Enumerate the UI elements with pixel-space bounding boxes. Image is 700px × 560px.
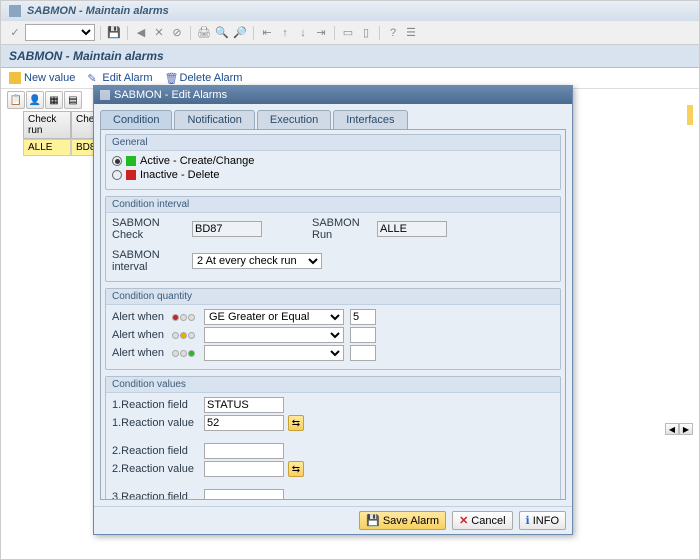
grid-header-checkrun[interactable]: Check run: [23, 111, 71, 139]
main-toolbar: ✓ 💾 ◀ ✕ ⊘ 🖨 🔍 🔎 ⇤ ↑ ↓ ⇥ ▭ ▯ ? ☰: [1, 21, 699, 45]
new-value-label: New value: [24, 72, 75, 84]
active-indicator-icon: [126, 156, 136, 166]
window-icon: [9, 5, 21, 17]
grid-tool-3[interactable]: ▦: [45, 91, 63, 109]
alert-op-select-1[interactable]: GE Greater or Equal: [204, 309, 344, 325]
active-label: Active - Create/Change: [140, 155, 254, 167]
tab-execution[interactable]: Execution: [257, 110, 331, 129]
scroll-left-button[interactable]: ◀: [665, 423, 679, 435]
first-page-icon[interactable]: ⇤: [259, 25, 275, 41]
grid-tool-2[interactable]: 👤: [26, 91, 44, 109]
value-help-1-button[interactable]: ⇆: [288, 415, 304, 431]
sabmon-run-field: [377, 221, 447, 237]
reaction-value-1-label: 1.Reaction value: [112, 417, 204, 429]
new-value-button[interactable]: New value: [9, 72, 75, 84]
sabmon-run-label: SABMON Run: [312, 217, 377, 241]
info-button[interactable]: ℹINFO: [519, 511, 566, 530]
command-field[interactable]: [25, 24, 95, 41]
reaction-field-2-label: 2.Reaction field: [112, 445, 204, 457]
check-icon[interactable]: ✓: [7, 25, 23, 41]
window-title: SABMON - Maintain alarms: [27, 5, 169, 17]
alert-op-select-3[interactable]: [204, 345, 344, 361]
reaction-value-1[interactable]: [204, 415, 284, 431]
inactive-label: Inactive - Delete: [140, 169, 219, 181]
sabmon-interval-select[interactable]: 2 At every check run: [192, 253, 322, 269]
reaction-field-3-label: 3.Reaction field: [112, 491, 204, 500]
prev-page-icon[interactable]: ↑: [277, 25, 293, 41]
alert-val-2[interactable]: [350, 327, 376, 343]
value-help-2-button[interactable]: ⇆: [288, 461, 304, 477]
alert-val-3[interactable]: [350, 345, 376, 361]
dialog-title: SABMON - Edit Alarms: [114, 89, 227, 101]
layout1-icon[interactable]: ▭: [340, 25, 356, 41]
trash-icon: 🗑: [165, 72, 177, 84]
edit-alarm-button[interactable]: ✎ Edit Alarm: [87, 72, 152, 84]
layout2-icon[interactable]: ▯: [358, 25, 374, 41]
yellow-traffic-icon: [172, 329, 198, 341]
find-icon[interactable]: 🔍: [214, 25, 230, 41]
reaction-value-2[interactable]: [204, 461, 284, 477]
sabmon-check-label: SABMON Check: [112, 217, 192, 241]
interval-group-title: Condition interval: [106, 197, 560, 213]
save-icon: 💾: [366, 514, 380, 527]
grid-cell-alle[interactable]: ALLE: [23, 139, 71, 156]
alert-val-1[interactable]: [350, 309, 376, 325]
print-icon[interactable]: 🖨: [196, 25, 212, 41]
alert-op-select-2[interactable]: [204, 327, 344, 343]
edit-alarm-label: Edit Alarm: [102, 72, 152, 84]
tab-interfaces[interactable]: Interfaces: [333, 110, 407, 129]
edit-alarms-dialog: SABMON - Edit Alarms Condition Notificat…: [93, 85, 573, 535]
red-traffic-icon: [172, 311, 198, 323]
reaction-value-2-label: 2.Reaction value: [112, 463, 204, 475]
back-icon[interactable]: ◀: [133, 25, 149, 41]
page-subtitle: SABMON - Maintain alarms: [1, 45, 699, 68]
cancel-icon[interactable]: ⊘: [169, 25, 185, 41]
tab-notification[interactable]: Notification: [174, 110, 254, 129]
delete-alarm-label: Delete Alarm: [180, 72, 243, 84]
active-radio[interactable]: [112, 156, 122, 166]
alert-when-label-1: Alert when: [112, 311, 172, 323]
dialog-icon: [100, 90, 110, 100]
grid-tool-4[interactable]: ▤: [64, 91, 82, 109]
window-titlebar: SABMON - Maintain alarms: [1, 1, 699, 21]
help-icon[interactable]: ?: [385, 25, 401, 41]
menu-icon[interactable]: ☰: [403, 25, 419, 41]
quantity-group-title: Condition quantity: [106, 289, 560, 305]
next-page-icon[interactable]: ↓: [295, 25, 311, 41]
inactive-radio[interactable]: [112, 170, 122, 180]
selection-strip: [687, 105, 693, 125]
sabmon-check-field: [192, 221, 262, 237]
horizontal-scroll: ◀ ▶: [665, 423, 693, 435]
reaction-field-2[interactable]: [204, 443, 284, 459]
scroll-right-button[interactable]: ▶: [679, 423, 693, 435]
last-page-icon[interactable]: ⇥: [313, 25, 329, 41]
cancel-label: Cancel: [471, 515, 505, 527]
info-icon: ℹ: [526, 514, 530, 527]
delete-alarm-button[interactable]: 🗑 Delete Alarm: [165, 72, 243, 84]
general-group-title: General: [106, 135, 560, 151]
reaction-field-1-label: 1.Reaction field: [112, 399, 204, 411]
alert-when-label-2: Alert when: [112, 329, 172, 341]
grid-tool-1[interactable]: 📋: [7, 91, 25, 109]
plus-icon: [9, 72, 21, 84]
save-alarm-button[interactable]: 💾Save Alarm: [359, 511, 446, 530]
info-label: INFO: [533, 515, 559, 527]
alert-when-label-3: Alert when: [112, 347, 172, 359]
values-group-title: Condition values: [106, 377, 560, 393]
findnext-icon[interactable]: 🔎: [232, 25, 248, 41]
reaction-field-3[interactable]: [204, 489, 284, 500]
dialog-titlebar: SABMON - Edit Alarms: [94, 86, 572, 104]
tab-condition[interactable]: Condition: [100, 110, 172, 129]
pencil-icon: ✎: [87, 72, 99, 84]
cancel-button[interactable]: ✕Cancel: [452, 511, 512, 530]
inactive-indicator-icon: [126, 170, 136, 180]
save-icon[interactable]: 💾: [106, 25, 122, 41]
sabmon-interval-label: SABMON interval: [112, 249, 192, 273]
green-traffic-icon: [172, 347, 198, 359]
exit-icon[interactable]: ✕: [151, 25, 167, 41]
reaction-field-1[interactable]: [204, 397, 284, 413]
save-alarm-label: Save Alarm: [383, 515, 439, 527]
cancel-icon: ✕: [459, 514, 468, 527]
